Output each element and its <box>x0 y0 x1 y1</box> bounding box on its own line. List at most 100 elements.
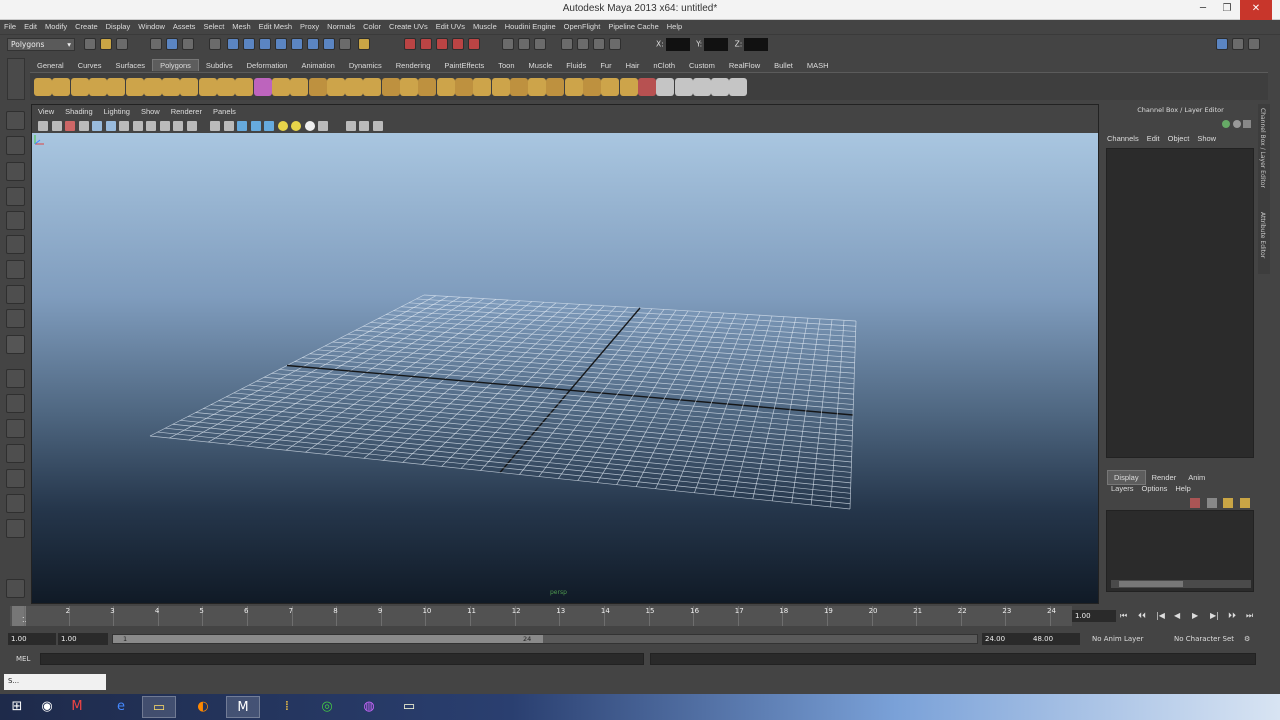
scale-tool-icon[interactable] <box>6 235 25 254</box>
append-icon[interactable] <box>418 78 437 96</box>
viewport-menu-panels[interactable]: Panels <box>207 105 241 116</box>
shelf-tab-rendering[interactable]: Rendering <box>389 60 438 71</box>
select-curve-icon[interactable] <box>259 38 272 50</box>
insert-loop-icon[interactable] <box>454 78 473 96</box>
time-slider[interactable]: 1 23456789101112131415161718192021222324 <box>10 606 1072 626</box>
play-forwards-icon[interactable]: ▶ <box>1192 611 1202 621</box>
shelf-tab-mash[interactable]: MASH <box>800 60 836 71</box>
shelf-tab-animation[interactable]: Animation <box>294 60 341 71</box>
step-back-key-icon[interactable]: ⏴⏴ <box>1138 611 1148 621</box>
layer-tab-display[interactable]: Display <box>1107 470 1146 485</box>
menu-normals[interactable]: Normals <box>323 20 359 31</box>
settings-icon[interactable] <box>6 579 25 598</box>
viewport-menu-shading[interactable]: Shading <box>59 105 98 116</box>
select-handle-icon[interactable] <box>227 38 240 50</box>
uv-auto-icon[interactable] <box>729 78 748 96</box>
app-icon-2[interactable]: ◍ <box>352 696 386 718</box>
single-pane-icon[interactable] <box>6 369 25 388</box>
character-set-select[interactable]: No Character Set <box>1174 635 1234 643</box>
separate-icon[interactable] <box>271 78 290 96</box>
maximize-button[interactable]: ❐ <box>1216 0 1238 20</box>
poly-soccer-icon[interactable] <box>217 78 235 96</box>
channel-box-toggle-icon[interactable] <box>1248 38 1260 50</box>
hypershade-icon[interactable] <box>592 38 605 50</box>
gmail-icon[interactable]: M <box>60 696 94 718</box>
last-tool-icon[interactable] <box>6 335 25 354</box>
offset-loop-icon[interactable] <box>473 78 492 96</box>
universal-manipulator-icon[interactable] <box>6 260 25 279</box>
menu-window[interactable]: Window <box>134 20 169 31</box>
menu-edit[interactable]: Edit <box>20 20 41 31</box>
select-object-icon[interactable] <box>166 38 178 50</box>
menu-color[interactable]: Color <box>359 20 385 31</box>
shelf-tab-fur[interactable]: Fur <box>593 60 618 71</box>
shelf-tab-general[interactable]: General <box>30 60 71 71</box>
fill-hole-icon[interactable] <box>363 78 382 96</box>
new-layer-empty-icon[interactable] <box>1190 498 1201 508</box>
custom-layout-icon[interactable] <box>6 519 25 538</box>
shelf-tab-fluids[interactable]: Fluids <box>559 60 593 71</box>
shadows-icon[interactable] <box>291 121 301 131</box>
tab-channel-box[interactable]: Channel Box / Layer Editor <box>1259 108 1266 188</box>
xray-icon[interactable] <box>345 121 356 131</box>
bridge-icon[interactable] <box>528 78 547 96</box>
field-chart-icon[interactable] <box>173 121 183 131</box>
render-current-icon[interactable] <box>534 38 546 50</box>
app-grid-icon[interactable]: ⁞ <box>270 696 304 718</box>
soft-mod-icon[interactable] <box>6 285 25 304</box>
go-to-end-icon[interactable]: ⏭ <box>1246 611 1256 621</box>
channel-menu-channels[interactable]: Channels <box>1107 134 1139 143</box>
magnet-icon[interactable] <box>357 38 370 50</box>
shelf-tab-toon[interactable]: Toon <box>491 60 521 71</box>
poly-sphere-icon[interactable] <box>34 78 52 96</box>
delete-layer-icon[interactable] <box>1240 498 1250 508</box>
wedge-icon[interactable] <box>601 78 620 96</box>
four-pane-icon[interactable] <box>6 394 25 413</box>
poly-pipe-icon[interactable] <box>180 78 199 96</box>
layer-menu-options[interactable]: Options <box>1142 484 1168 493</box>
menu-file[interactable]: File <box>0 20 20 31</box>
outliner-layout-icon[interactable] <box>6 494 25 513</box>
app-icon-3[interactable]: ▭ <box>392 696 426 718</box>
save-scene-icon[interactable] <box>116 38 128 50</box>
menu-proxy[interactable]: Proxy <box>296 20 323 31</box>
internet-explorer-icon[interactable]: e <box>104 696 138 718</box>
layer-menu-help[interactable]: Help <box>1175 484 1190 493</box>
ambient-occlusion-icon[interactable] <box>304 121 315 131</box>
firefox-icon[interactable]: ◐ <box>186 696 220 718</box>
uv-planar-icon[interactable] <box>711 78 730 96</box>
play-backwards-icon[interactable]: ◀ <box>1174 611 1184 621</box>
split-icon[interactable] <box>436 78 455 96</box>
booleans-icon[interactable] <box>308 78 327 96</box>
shelf-tab-muscle[interactable]: Muscle <box>522 60 560 71</box>
maya-icon[interactable]: M <box>226 696 260 718</box>
menu-openflight[interactable]: OpenFlight <box>560 20 605 31</box>
poly-cylinder-icon[interactable] <box>70 78 89 96</box>
lock-icon[interactable] <box>208 38 221 50</box>
go-to-start-icon[interactable]: ⏮ <box>1120 611 1130 621</box>
select-render-icon[interactable] <box>323 38 336 50</box>
minimized-window[interactable]: S... <box>4 674 106 690</box>
grease-pencil-icon[interactable] <box>105 121 116 131</box>
poly-helix-icon[interactable] <box>198 78 217 96</box>
textured-icon[interactable] <box>264 121 274 131</box>
step-back-frame-icon[interactable]: |◀ <box>1156 611 1166 621</box>
end-time-field[interactable]: 48.00 <box>1030 633 1080 645</box>
channel-box-area[interactable] <box>1106 148 1254 458</box>
menu-set-select[interactable]: Polygons ▾ <box>7 38 75 51</box>
safe-action-icon[interactable] <box>186 121 197 131</box>
safe-title-icon[interactable] <box>210 121 220 131</box>
new-scene-icon[interactable] <box>84 38 96 50</box>
anim-layer-select[interactable]: No Anim Layer <box>1092 635 1143 643</box>
gate-mask-icon[interactable] <box>159 121 170 131</box>
range-thumb[interactable]: 1 24 <box>113 635 543 643</box>
pin-icon[interactable] <box>1243 120 1252 128</box>
tab-attribute-editor[interactable]: Attribute Editor <box>1259 212 1266 258</box>
z-field[interactable] <box>744 38 769 51</box>
select-joint-icon[interactable] <box>243 38 256 50</box>
isolate-icon[interactable] <box>318 121 328 131</box>
channel-menu-show[interactable]: Show <box>1197 134 1216 143</box>
hypershade-layout-icon[interactable] <box>6 469 25 488</box>
menu-mesh[interactable]: Mesh <box>228 20 254 31</box>
menu-create-uvs[interactable]: Create UVs <box>385 20 432 31</box>
